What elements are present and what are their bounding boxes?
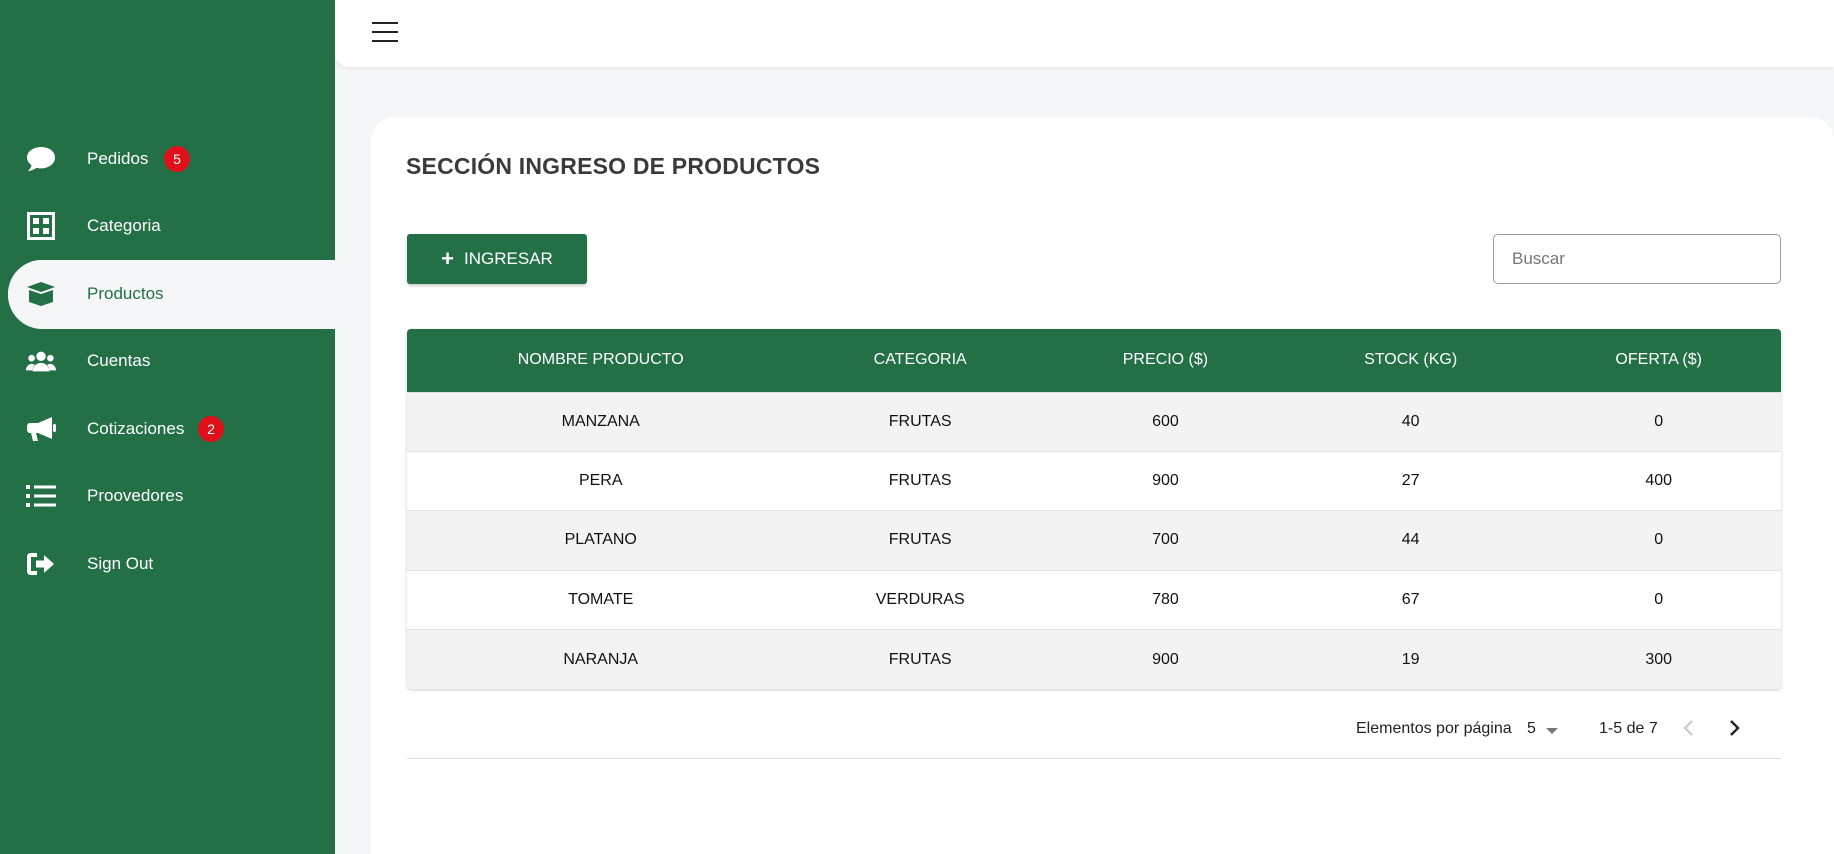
cell-category: FRUTAS bbox=[888, 412, 952, 430]
column-header[interactable]: NOMBRE PRODUCTO bbox=[407, 329, 794, 392]
top-bar bbox=[335, 0, 1834, 67]
add-product-button-label: INGRESAR bbox=[464, 249, 553, 268]
sidebar-nav: Pedidos 5 Categoria Productos Cuentas Co… bbox=[0, 125, 335, 598]
cell-stock: 67 bbox=[1401, 590, 1420, 608]
plus-icon: + bbox=[441, 246, 455, 271]
cell-category: FRUTAS bbox=[888, 472, 952, 490]
sidebar-item-categoria[interactable]: Categoria bbox=[0, 193, 335, 261]
cell-product-name: MANZANA bbox=[561, 412, 640, 430]
add-product-button[interactable]: + INGRESAR bbox=[407, 234, 587, 284]
table-row[interactable]: TOMATE VERDURAS 780 67 0 bbox=[407, 570, 1781, 630]
cell-product-name: PLATANO bbox=[564, 531, 637, 549]
cell-category: FRUTAS bbox=[888, 650, 952, 668]
sidebar-item-label: Productos bbox=[87, 283, 164, 303]
cell-product-name: TOMATE bbox=[568, 590, 634, 608]
users-icon bbox=[25, 345, 57, 377]
sign-out-icon bbox=[25, 548, 57, 580]
cell-stock: 19 bbox=[1401, 650, 1420, 668]
cell-price: 700 bbox=[1152, 531, 1179, 549]
next-page-button[interactable] bbox=[1722, 716, 1746, 740]
cell-stock: 44 bbox=[1401, 531, 1420, 549]
chevron-left-icon bbox=[1683, 720, 1693, 736]
sidebar: Pedidos 5 Categoria Productos Cuentas Co… bbox=[0, 0, 335, 854]
search-input[interactable] bbox=[1493, 234, 1781, 284]
table-row[interactable]: PERA FRUTAS 900 27 400 bbox=[407, 451, 1781, 511]
page-title: SECCIÓN INGRESO DE PRODUCTOS bbox=[406, 153, 821, 179]
cell-stock: 27 bbox=[1401, 472, 1420, 490]
cell-price: 900 bbox=[1152, 472, 1179, 490]
cell-category: VERDURAS bbox=[875, 590, 965, 608]
sidebar-item-label: Sign Out bbox=[87, 553, 154, 573]
page-size-select[interactable]: 5 bbox=[1527, 720, 1536, 738]
list-icon bbox=[25, 480, 57, 512]
sidebar-item-label: Categoria bbox=[87, 216, 161, 236]
cell-offer: 0 bbox=[1654, 412, 1664, 430]
sidebar-item-label: Proovedores bbox=[87, 486, 184, 506]
sidebar-item-sign-out[interactable]: Sign Out bbox=[0, 530, 335, 598]
sidebar-item-cuentas[interactable]: Cuentas bbox=[0, 328, 335, 396]
sidebar-item-cotizaciones[interactable]: Cotizaciones 2 bbox=[0, 395, 335, 463]
cell-category: FRUTAS bbox=[888, 531, 952, 549]
notification-badge: 2 bbox=[198, 415, 224, 442]
page-size-label: Elementos por página bbox=[1356, 720, 1512, 737]
sidebar-item-proovedores[interactable]: Proovedores bbox=[0, 463, 335, 531]
chevron-down-icon[interactable] bbox=[1546, 728, 1558, 734]
table-row[interactable]: PLATANO FRUTAS 700 44 0 bbox=[407, 510, 1781, 571]
sidebar-item-pedidos[interactable]: Pedidos 5 bbox=[0, 125, 335, 193]
column-header[interactable]: PRECIO ($) bbox=[1046, 329, 1285, 392]
megaphone-icon bbox=[25, 413, 57, 445]
column-header[interactable]: OFERTA ($) bbox=[1536, 329, 1781, 392]
table-header-row: NOMBRE PRODUCTO CATEGORIA PRECIO ($) STO… bbox=[407, 329, 1781, 392]
chevron-right-icon bbox=[1730, 720, 1740, 736]
column-header[interactable]: CATEGORIA bbox=[794, 329, 1045, 392]
cell-offer: 0 bbox=[1654, 590, 1664, 608]
cell-price: 900 bbox=[1152, 650, 1179, 668]
previous-page-button[interactable] bbox=[1677, 716, 1701, 740]
hamburger-menu-icon[interactable] bbox=[372, 22, 400, 44]
table-row[interactable]: MANZANA FRUTAS 600 40 0 bbox=[407, 392, 1781, 452]
products-card: SECCIÓN INGRESO DE PRODUCTOS + INGRESAR … bbox=[371, 117, 1834, 854]
sidebar-item-label: Pedidos bbox=[87, 148, 149, 168]
cell-offer: 0 bbox=[1654, 531, 1664, 549]
notification-badge: 5 bbox=[164, 145, 190, 172]
page-range-label: 1-5 de 7 bbox=[1599, 720, 1658, 737]
box-icon bbox=[25, 278, 57, 310]
cell-offer: 400 bbox=[1645, 472, 1673, 490]
sidebar-item-label: Cuentas bbox=[87, 351, 151, 371]
cell-product-name: NARANJA bbox=[563, 650, 639, 668]
cell-stock: 40 bbox=[1401, 412, 1420, 430]
paginator: Elementos por página 5 1-5 de 7 bbox=[407, 700, 1781, 759]
grid-icon bbox=[25, 210, 57, 242]
cell-product-name: PERA bbox=[578, 472, 623, 490]
table-row[interactable]: NARANJA FRUTAS 900 19 300 bbox=[407, 629, 1781, 689]
column-header[interactable]: STOCK (KG) bbox=[1285, 329, 1536, 392]
products-table: NOMBRE PRODUCTO CATEGORIA PRECIO ($) STO… bbox=[407, 329, 1781, 689]
sidebar-item-productos[interactable]: Productos bbox=[8, 260, 335, 328]
cell-price: 780 bbox=[1152, 590, 1179, 608]
cell-price: 600 bbox=[1152, 412, 1179, 430]
chat-bubble-icon bbox=[25, 143, 57, 175]
sidebar-item-label: Cotizaciones bbox=[87, 418, 185, 438]
cell-offer: 300 bbox=[1645, 650, 1673, 668]
